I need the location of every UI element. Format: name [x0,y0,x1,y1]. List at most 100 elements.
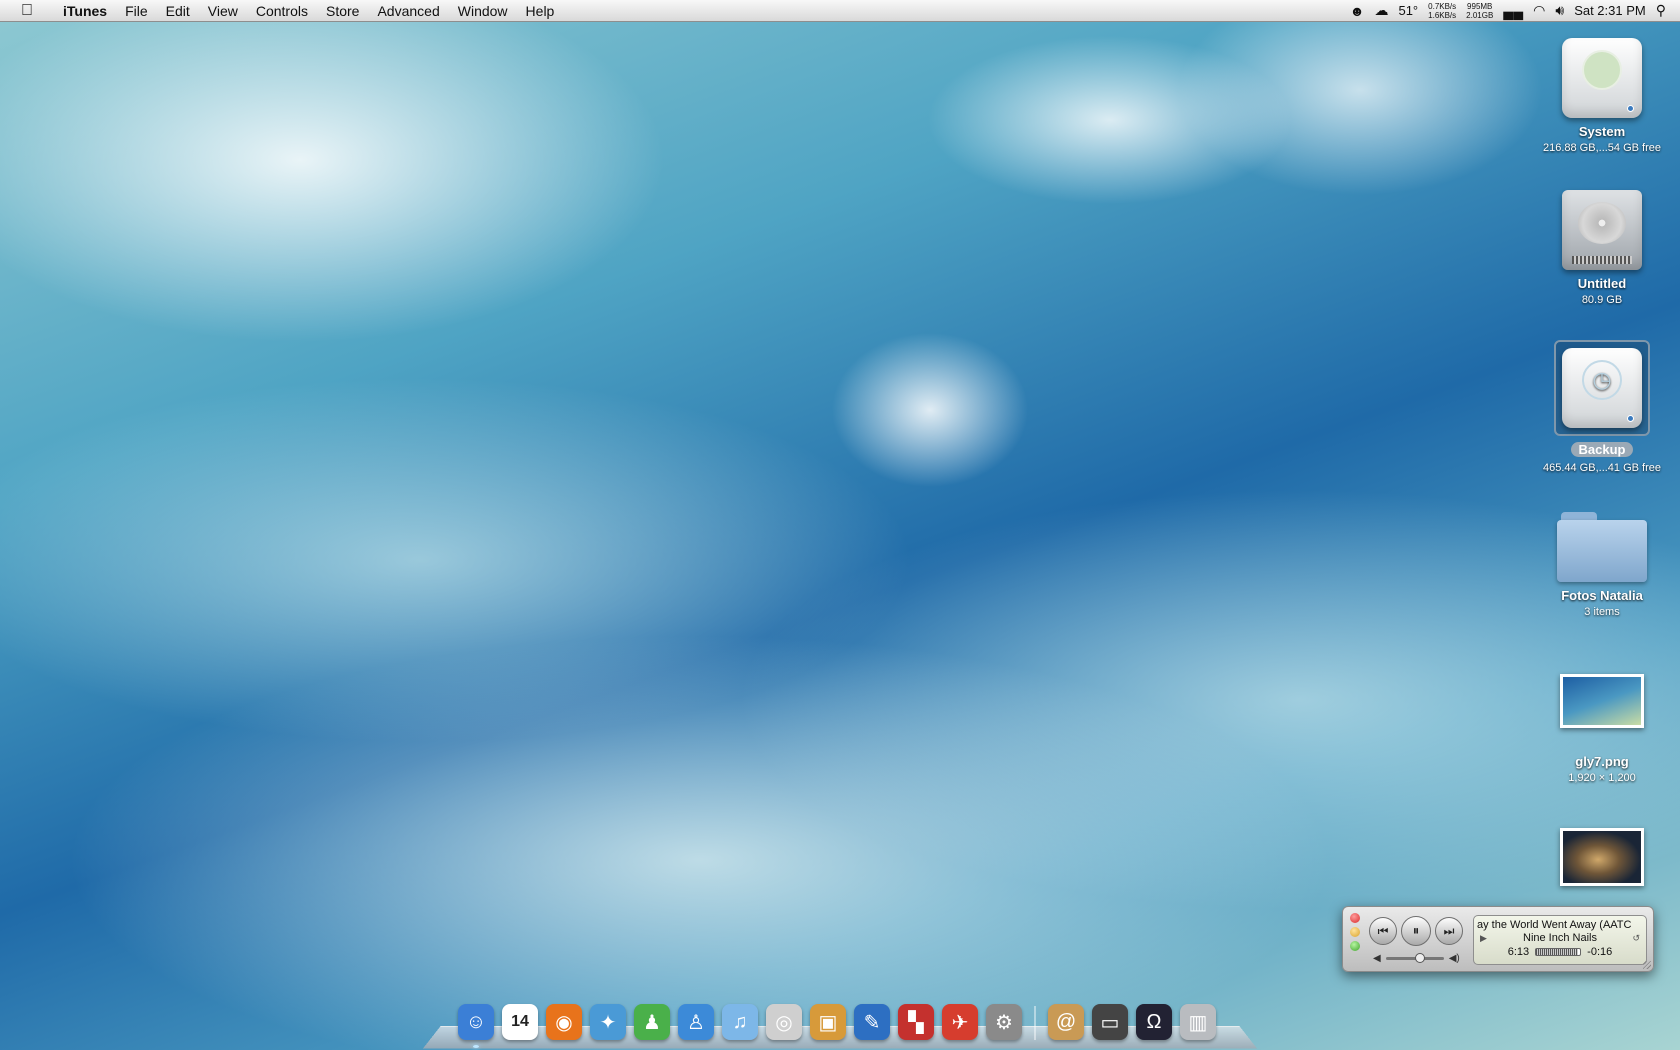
dock-separator[interactable] [1034,1006,1036,1040]
ical-date-label: 14 [511,1013,529,1030]
menu-window[interactable]: Window [449,0,517,22]
minimize-button[interactable] [1350,927,1360,937]
volume-control: ◀ ◀) [1373,953,1460,964]
dock: ☺ 14 ◉ ✦ ♟ ♙ ♫ ◎ ▣ ✎ ▚ ✈ ⚙ @ ▭ Ω ▥ [422,992,1258,1050]
firefox-icon[interactable]: ◉ [546,1004,582,1040]
play-small-icon[interactable]: ▶ [1480,933,1487,944]
safari-icon[interactable]: ✦ [590,1004,626,1040]
menu-bar:  iTunes File Edit View Controls Store A… [0,0,1680,22]
next-track-button[interactable]: ⏭ [1435,917,1463,945]
drive-icon [1562,38,1642,118]
adium-icon[interactable]: ♟ [634,1004,670,1040]
transmit-icon[interactable]: ✈ [942,1004,978,1040]
remaining-time: -0:16 [1587,946,1613,958]
desktop-icon-info: 80.9 GB [1581,294,1623,306]
menu-advanced[interactable]: Advanced [368,0,448,22]
desktop-icon-photo[interactable] [1532,828,1672,886]
desktop-icon-system[interactable]: System 216.88 GB,...54 GB free [1532,38,1672,154]
itunes-mini-player: ⏮ ⏸ ⏭ ◀ ◀) ay the World Went Away (AATC … [1342,906,1654,972]
network-meter[interactable]: 0.7KB/s 1.6KB/s [1428,2,1456,20]
volume-slider[interactable] [1385,953,1444,963]
menu-store[interactable]: Store [317,0,368,22]
apple-menu-icon[interactable]:  [0,2,54,20]
drive-led-icon [1627,415,1634,422]
progress-fill [1536,949,1579,955]
snapback-icon[interactable]: ↺ [1632,933,1640,944]
trash-icon[interactable]: ▥ [1180,1004,1216,1040]
window-controls [1350,913,1360,951]
volume-icon[interactable]: 🔊︎ [1555,2,1564,19]
desktop-icon-info: 216.88 GB,...54 GB free [1542,142,1661,154]
menu-app-name[interactable]: iTunes [54,0,116,22]
desktop-icon-label: gly7.png [1575,754,1629,769]
hard-disk-icon [1562,190,1642,270]
folder-body [1557,520,1647,582]
temperature-readout[interactable]: 51° [1398,3,1418,18]
desktop-icon-label: Untitled [1577,276,1627,291]
menubar-status-area: ☻ ☁ 51° 0.7KB/s 1.6KB/s 995MB 2.01GB ▄▄ … [1350,2,1680,20]
resize-grip[interactable] [1643,961,1651,969]
desktop-icon-info: 1,920 × 1,200 [1568,772,1636,784]
iphoto-icon[interactable]: ▣ [810,1004,846,1040]
dock-items: ☺ 14 ◉ ✦ ♟ ♙ ♫ ◎ ▣ ✎ ▚ ✈ ⚙ @ ▭ Ω ▥ [458,1004,1216,1048]
play-pause-button[interactable]: ⏸ [1401,916,1431,946]
image-thumbnail [1560,674,1644,728]
menubar-clock[interactable]: Sat 2:31 PM [1574,3,1646,18]
messenger-icon[interactable]: ♙ [678,1004,714,1040]
time-row: 6:13 -0:16 [1474,946,1646,958]
dvd-player-icon[interactable]: ◎ [766,1004,802,1040]
menu-view[interactable]: View [199,0,247,22]
desktop-icon-untitled[interactable]: Untitled 80.9 GB [1532,190,1672,306]
cyberduck-icon[interactable]: ✎ [854,1004,890,1040]
platter-icon [1578,202,1626,244]
desktop-icon-label: Backup [1570,442,1634,457]
net-up: 0.7KB/s [1428,1,1457,11]
menu-controls[interactable]: Controls [247,0,317,22]
running-indicator [473,1045,479,1048]
desktop-icon-info: 465.44 GB,...41 GB free [1542,462,1661,474]
leaf-emblem-icon [1582,50,1622,90]
menu-edit[interactable]: Edit [157,0,199,22]
artist-name: Nine Inch Nails [1523,932,1597,944]
previous-track-button[interactable]: ⏮ [1369,917,1397,945]
mem-free: 2.01GB [1466,10,1494,20]
weather-icon[interactable]: ☁ [1374,2,1388,19]
cpu-bars-icon[interactable]: ▄▄ [1503,3,1523,19]
selection-frame: ◷ [1554,340,1650,436]
system-preferences-icon[interactable]: ⚙ [986,1004,1022,1040]
now-playing-display[interactable]: ay the World Went Away (AATC Nine Inch N… [1473,915,1647,965]
memory-meter[interactable]: 995MB 2.01GB [1466,2,1493,20]
desktop-icon-label: Fotos Natalia [1561,588,1643,603]
front-row-icon[interactable]: Ω [1136,1004,1172,1040]
spotlight-icon[interactable]: ⚲ [1656,2,1666,19]
menu-help[interactable]: Help [517,0,564,22]
drive-led-icon [1627,105,1634,112]
song-title: ay the World Went Away (AATC [1477,919,1632,931]
zoom-button[interactable] [1350,941,1360,951]
parallels-icon[interactable]: ▚ [898,1004,934,1040]
volume-knob[interactable] [1414,953,1425,963]
desktop-icon-label: System [1578,124,1626,139]
close-button[interactable] [1350,913,1360,923]
downloads-stack-icon[interactable]: ▭ [1092,1004,1128,1040]
folder-icon [1557,512,1647,582]
desktop-icon-gly7-png[interactable]: gly7.png 1,920 × 1,200 [1532,674,1672,784]
progress-bar[interactable] [1535,948,1582,956]
desktop-icon-backup[interactable]: ◷ Backup 465.44 GB,...41 GB free [1532,340,1672,474]
itunes-icon[interactable]: ♫ [722,1004,758,1040]
volume-low-icon: ◀ [1373,953,1381,964]
time-machine-drive-icon: ◷ [1562,348,1642,428]
net-down: 1.6KB/s [1428,10,1457,20]
mem-used: 995MB [1467,1,1493,11]
elapsed-time: 6:13 [1507,946,1530,958]
desktop-icon-fotos-natalia[interactable]: Fotos Natalia 3 items [1532,512,1672,618]
finder-icon[interactable]: ☺ [458,1004,494,1048]
menu-file[interactable]: File [116,0,157,22]
time-machine-clock-icon: ◷ [1582,360,1622,400]
ical-icon[interactable]: 14 [502,1004,538,1040]
wifi-icon[interactable]: ◠ [1533,2,1545,19]
desktop-icon-info: 3 items [1584,606,1620,618]
volume-high-icon: ◀) [1448,953,1460,964]
robot-icon[interactable]: ☻ [1350,3,1365,19]
address-book-icon[interactable]: @ [1048,1004,1084,1040]
